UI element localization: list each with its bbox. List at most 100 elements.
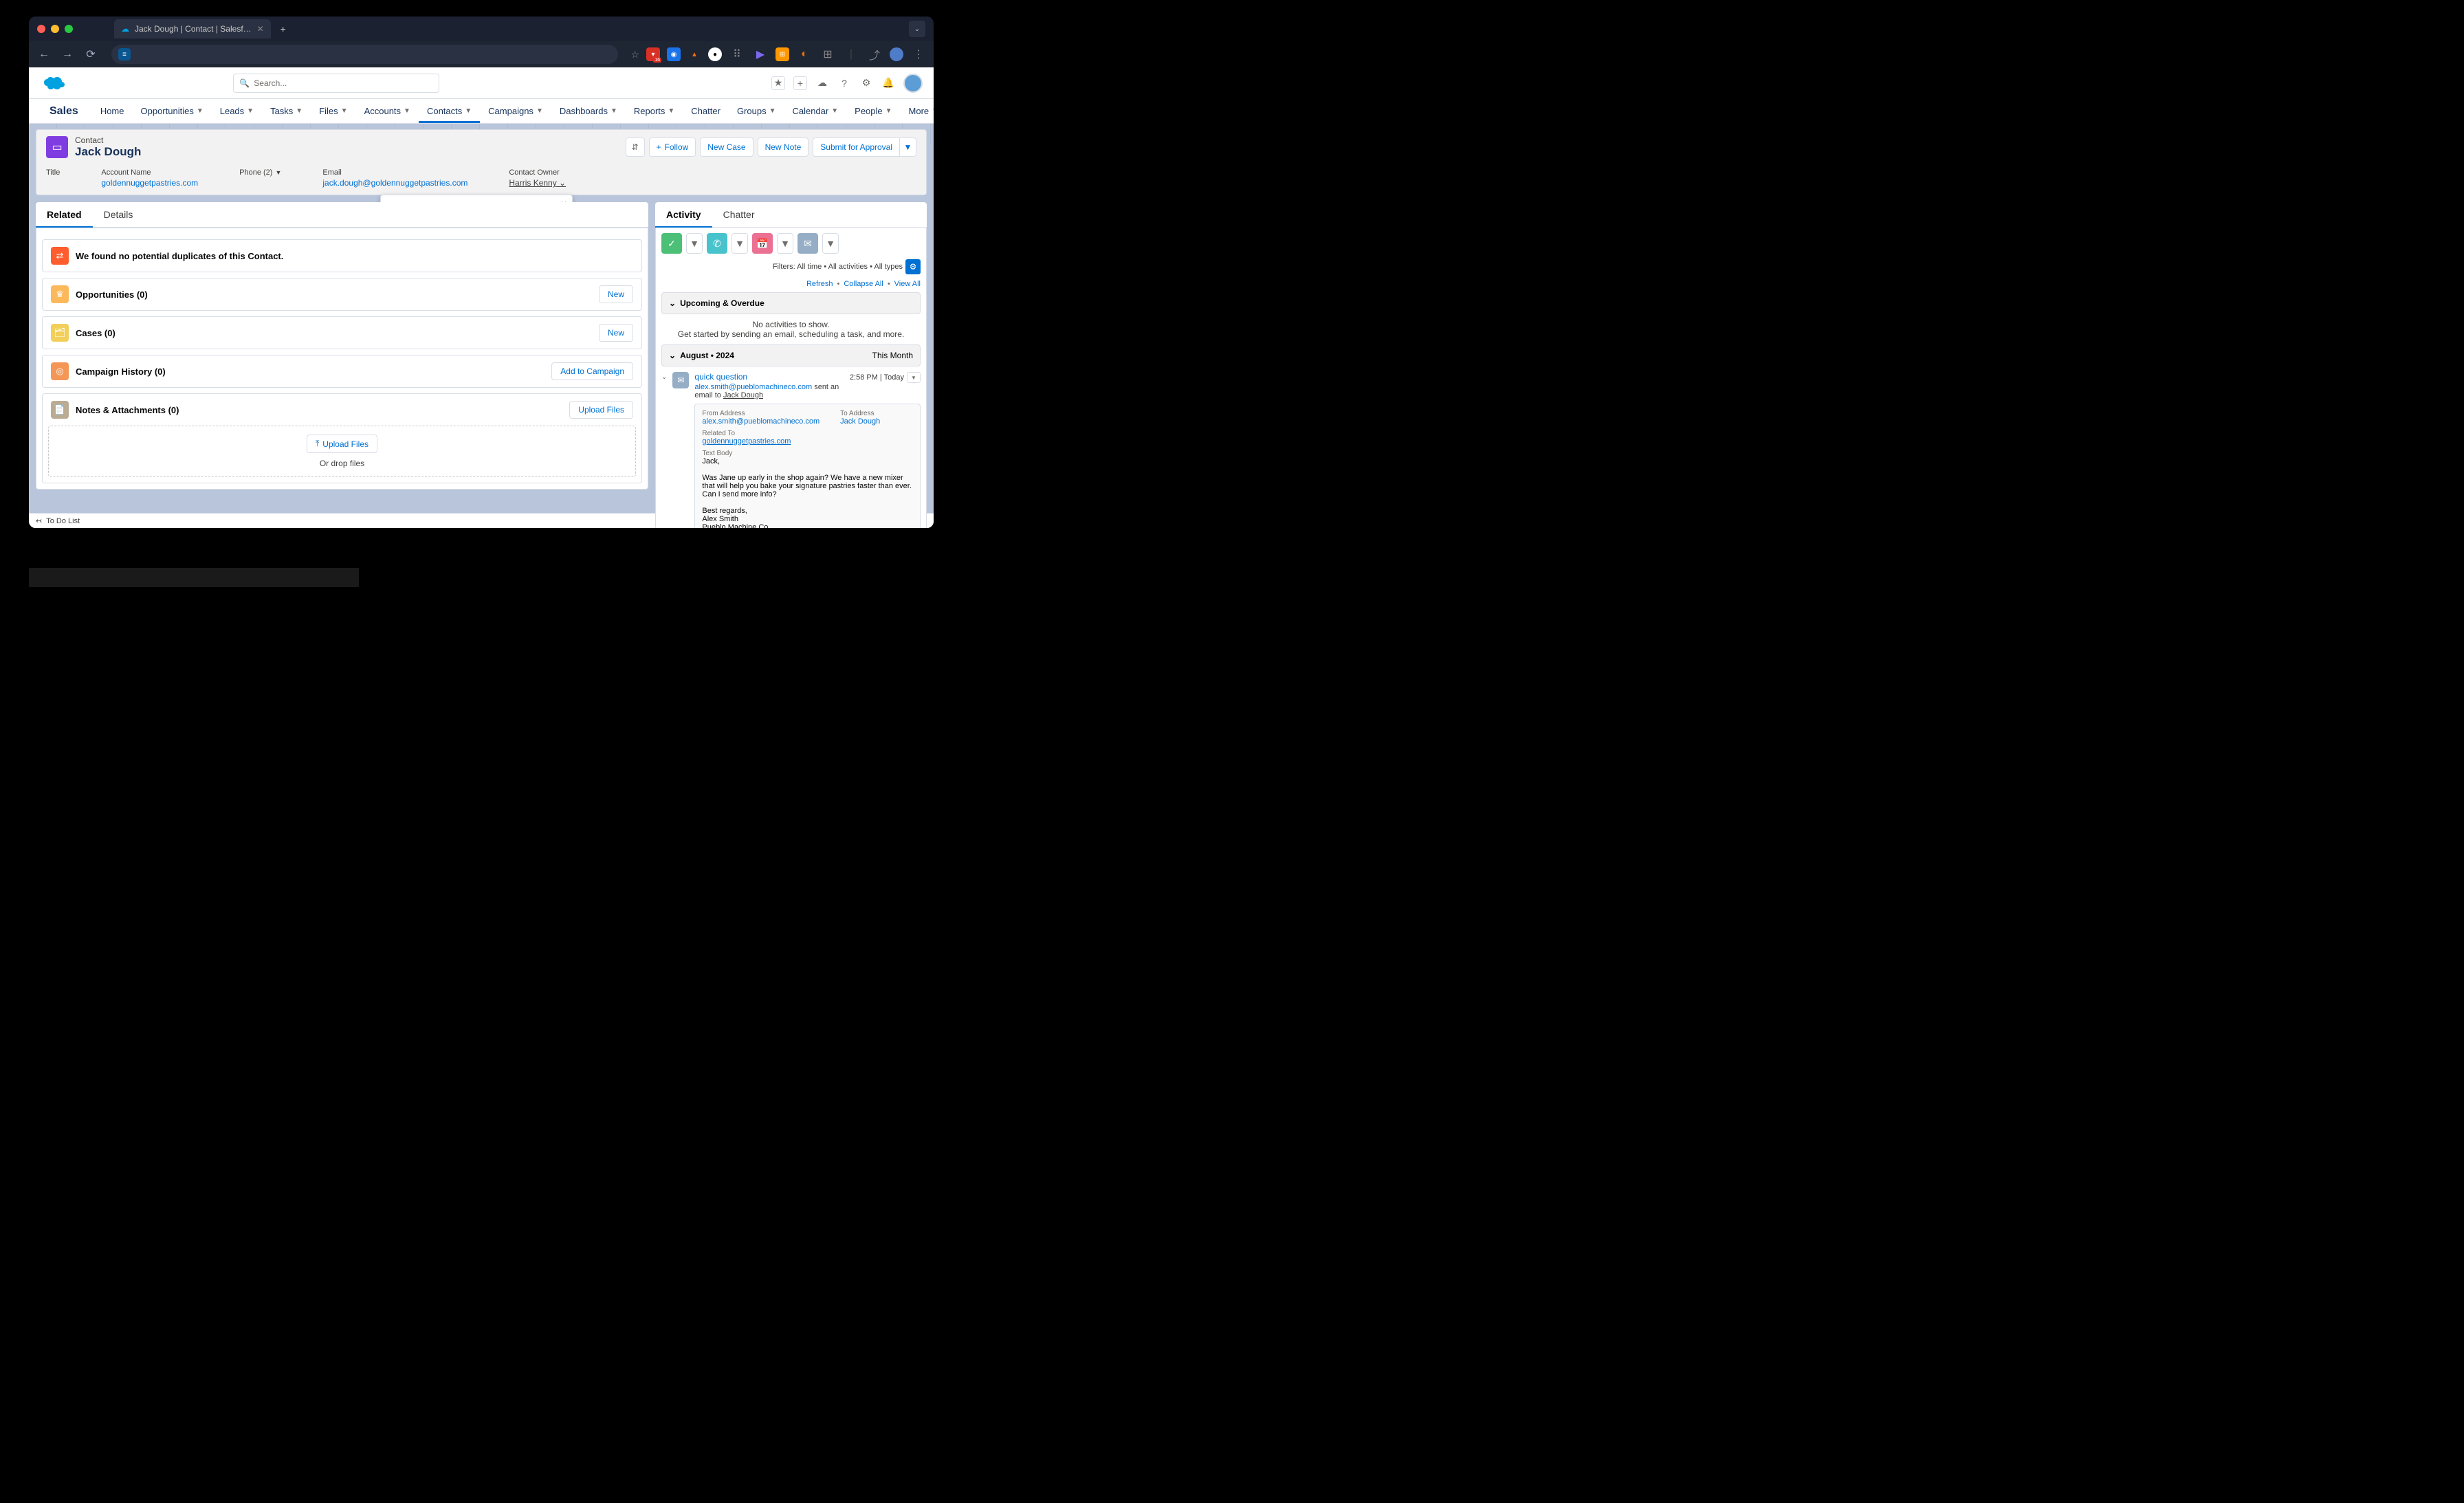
nav-more[interactable]: More▼ [901,99,934,123]
nav-tasks[interactable]: Tasks▼ [262,99,311,123]
nav-leads[interactable]: Leads▼ [212,99,262,123]
global-add-icon[interactable]: + [793,76,807,90]
new-task-button[interactable]: ✓ [661,233,682,254]
user-avatar[interactable] [903,74,923,93]
nav-accounts[interactable]: Accounts▼ [356,99,419,123]
setup-gear-icon[interactable]: ⚙ [859,76,873,90]
campaign-history-header[interactable]: Campaign History (0) [76,366,166,377]
window-menu-button[interactable]: ⌄ [909,21,925,37]
new-note-button[interactable]: New Note [758,138,809,157]
favorites-icon[interactable]: ★ [771,76,785,90]
owner-link[interactable]: Harris Kenny ⌄ [509,178,566,188]
task-menu[interactable]: ▼ [686,233,703,254]
trailhead-icon[interactable]: ☁ [815,76,829,90]
help-icon[interactable]: ? [837,76,851,90]
extension-icon[interactable]: ▲ [688,47,701,61]
account-link[interactable]: goldennuggetpastries.com [101,178,198,188]
opportunities-header[interactable]: Opportunities (0) [76,289,148,300]
reload-button[interactable]: ⟳ [82,46,99,63]
upload-files-button[interactable]: ⤒Upload Files [307,435,377,453]
bookmark-star-icon[interactable]: ☆ [630,49,639,61]
chevron-down-icon[interactable]: ▼ [886,107,892,115]
event-menu[interactable]: ▼ [777,233,793,254]
tab-related[interactable]: Related [36,202,93,227]
extensions-puzzle-icon[interactable]: ⊞ [820,46,836,63]
nav-files[interactable]: Files▼ [311,99,355,123]
tab-chatter[interactable]: Chatter [712,202,766,227]
send-email-button[interactable]: ✉ [798,233,818,254]
app-launcher-icon[interactable] [40,105,43,118]
view-all-link[interactable]: View All [894,280,921,288]
new-event-button[interactable]: 📅 [752,233,773,254]
chevron-down-icon[interactable]: ▼ [932,107,934,115]
new-case-button[interactable]: New [599,324,633,342]
add-to-campaign-button[interactable]: Add to Campaign [551,362,633,380]
chevron-down-icon[interactable]: ▼ [404,107,410,115]
refresh-link[interactable]: Refresh [806,280,833,288]
tab-details[interactable]: Details [93,202,144,227]
chevron-down-icon[interactable]: ▼ [296,107,302,115]
activity-menu[interactable]: ▼ [907,372,921,383]
share-icon[interactable]: ⤴ [866,46,883,63]
browser-tab[interactable]: ☁ Jack Dough | Contact | Salesf… ✕ [114,19,271,39]
salesforce-logo[interactable] [40,74,67,92]
extension-icon[interactable]: ⠿ [729,46,745,63]
file-drop-zone[interactable]: ⤒Upload Files Or drop files [48,426,636,477]
chevron-down-icon[interactable]: ▼ [831,107,838,115]
maximize-window[interactable] [65,25,73,33]
minimize-window[interactable] [51,25,59,33]
collapse-all-link[interactable]: Collapse All [844,280,883,288]
submit-approval-button[interactable]: Submit for Approval [813,138,900,157]
close-window[interactable] [37,25,45,33]
nav-dashboards[interactable]: Dashboards▼ [551,99,626,123]
nav-home[interactable]: Home [92,99,133,123]
address-bar[interactable]: ≡ [111,45,618,64]
global-search[interactable]: 🔍 Search... [233,74,439,93]
nav-opportunities[interactable]: Opportunities▼ [133,99,212,123]
extension-icon[interactable]: ● [708,47,722,61]
nav-chatter[interactable]: Chatter [683,99,729,123]
chevron-down-icon[interactable]: ▼ [465,107,472,115]
follow-button[interactable]: +Follow [649,138,696,157]
from-address-link[interactable]: alex.smith@pueblomachineco.com [702,417,820,426]
new-case-button[interactable]: New Case [700,138,753,157]
chevron-down-icon[interactable]: ▼ [610,107,617,115]
upload-files-button[interactable]: Upload Files [569,401,633,419]
nav-groups[interactable]: Groups▼ [729,99,784,123]
month-section[interactable]: ⌄August • 2024This Month [661,344,921,366]
notes-header[interactable]: Notes & Attachments (0) [76,405,179,415]
email-link[interactable]: jack.dough@goldennuggetpastries.com [322,178,468,188]
chevron-down-icon[interactable]: ▼ [668,107,674,115]
chevron-down-icon[interactable]: ▼ [197,107,204,115]
field-label[interactable]: Phone (2) ▼ [239,168,281,177]
filter-settings-icon[interactable]: ⚙ [905,259,921,274]
back-button[interactable]: ← [36,46,52,63]
nav-people[interactable]: People▼ [846,99,900,123]
cases-header[interactable]: Cases (0) [76,328,116,338]
extension-icon[interactable]: ⊞73 [776,47,789,61]
to-address-link[interactable]: Jack Dough [840,417,880,426]
extension-icon[interactable]: ◉ [667,47,681,61]
new-tab-button[interactable]: + [275,21,292,37]
chevron-down-icon[interactable]: ▼ [769,107,776,115]
expand-toggle[interactable]: ⌄ [661,372,667,528]
notifications-bell-icon[interactable]: 🔔 [881,76,895,90]
nav-reports[interactable]: Reports▼ [626,99,683,123]
hierarchy-button[interactable]: ⇵ [626,138,645,157]
email-menu[interactable]: ▼ [822,233,839,254]
close-tab-icon[interactable]: ✕ [257,24,264,34]
extension-icon[interactable]: ▶ [752,46,769,63]
tab-activity[interactable]: Activity [655,202,712,227]
email-subject-link[interactable]: quick question [694,372,747,382]
nav-campaigns[interactable]: Campaigns▼ [480,99,551,123]
call-menu[interactable]: ▼ [732,233,748,254]
new-opportunity-button[interactable]: New [599,285,633,303]
sender-link[interactable]: alex.smith@pueblomachineco.com [694,383,812,391]
chevron-down-icon[interactable]: ▼ [536,107,543,115]
forward-button[interactable]: → [59,46,76,63]
action-menu-dropdown[interactable]: ▼ [900,138,916,157]
recipient-link[interactable]: Jack Dough [723,391,763,399]
profile-avatar[interactable] [890,47,903,61]
upcoming-section[interactable]: ⌄Upcoming & Overdue [661,292,921,314]
extension-icon[interactable]: ▾16 [646,47,660,61]
